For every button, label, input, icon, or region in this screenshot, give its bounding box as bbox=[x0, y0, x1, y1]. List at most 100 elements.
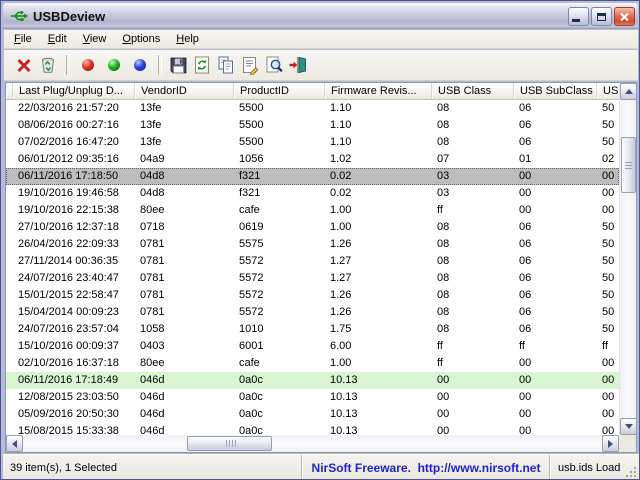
red-ball-icon[interactable] bbox=[79, 59, 97, 71]
cell-date: 02/10/2016 16:37:18 bbox=[12, 355, 134, 372]
refresh-icon[interactable] bbox=[191, 53, 213, 77]
nirsoft-link[interactable]: NirSoft Freeware. http://www.nirsoft.net bbox=[312, 461, 541, 475]
cell-usb_subclass: 06 bbox=[513, 100, 596, 117]
cell-product: cafe bbox=[233, 202, 324, 219]
column-header[interactable]: USB bbox=[597, 83, 620, 100]
table-row[interactable]: 26/04/2016 22:09:33078155751.26080650 bbox=[6, 236, 619, 253]
cell-usb_class: 08 bbox=[431, 219, 513, 236]
cell-vendor: 046d bbox=[134, 389, 233, 406]
scroll-left-button[interactable] bbox=[6, 435, 23, 452]
save-icon[interactable] bbox=[167, 53, 189, 77]
horizontal-scroll-thumb[interactable] bbox=[187, 436, 272, 451]
cell-firmware: 1.27 bbox=[324, 253, 431, 270]
resize-grip[interactable] bbox=[634, 475, 636, 477]
title-bar[interactable]: USBDeview bbox=[3, 3, 638, 29]
table-row[interactable]: 07/02/2016 16:47:2013fe55001.10080650 bbox=[6, 134, 619, 151]
menu-options[interactable]: Options bbox=[114, 31, 168, 47]
cell-usb_subclass: 06 bbox=[513, 321, 596, 338]
scroll-down-button[interactable] bbox=[620, 418, 637, 435]
column-header-row: Last Plug/Unplug D...VendorIDProductIDFi… bbox=[6, 83, 619, 100]
cell-firmware: 1.27 bbox=[324, 270, 431, 287]
minimize-button[interactable] bbox=[568, 7, 589, 26]
table-row[interactable]: 15/01/2015 22:58:47078155721.26080650 bbox=[6, 287, 619, 304]
exit-icon[interactable] bbox=[287, 53, 309, 77]
uninstall-device-icon[interactable] bbox=[37, 53, 59, 77]
cell-usb_class: 00 bbox=[431, 406, 513, 423]
table-row[interactable]: 24/07/2016 23:57:04105810101.75080650 bbox=[6, 321, 619, 338]
device-rows: 22/03/2016 21:57:2013fe55001.1008065008/… bbox=[6, 100, 619, 435]
chevron-up-icon bbox=[625, 85, 633, 94]
cell-date: 19/10/2016 22:15:38 bbox=[12, 202, 134, 219]
menu-file[interactable]: File bbox=[6, 31, 40, 47]
cell-product: 5572 bbox=[233, 270, 324, 287]
disconnect-device-icon[interactable] bbox=[13, 53, 35, 77]
table-row[interactable]: 19/10/2016 22:15:3880eecafe1.00ff0000 bbox=[6, 202, 619, 219]
blue-ball-icon[interactable] bbox=[131, 59, 149, 71]
cell-firmware: 1.26 bbox=[324, 236, 431, 253]
maximize-button[interactable] bbox=[591, 7, 612, 26]
menu-help[interactable]: Help bbox=[168, 31, 207, 47]
vertical-scroll-thumb[interactable] bbox=[621, 137, 636, 193]
cell-usb_subclass: 01 bbox=[513, 151, 596, 168]
cell-date: 24/07/2016 23:57:04 bbox=[12, 321, 134, 338]
table-row[interactable]: 12/08/2015 23:03:50046d0a0c10.13000000 bbox=[6, 389, 619, 406]
find-icon[interactable] bbox=[263, 53, 285, 77]
column-header[interactable]: Firmware Revis... bbox=[325, 83, 432, 100]
table-row[interactable]: 06/11/2016 17:18:49046d0a0c10.13000000 bbox=[6, 372, 619, 389]
column-header[interactable]: VendorID bbox=[135, 83, 234, 100]
properties-icon[interactable] bbox=[239, 53, 261, 77]
table-row[interactable]: 22/03/2016 21:57:2013fe55001.10080650 bbox=[6, 100, 619, 117]
table-row[interactable]: 15/10/2016 00:09:37040360016.00ffffff bbox=[6, 338, 619, 355]
table-row[interactable]: 05/09/2016 20:50:30046d0a0c10.13000000 bbox=[6, 406, 619, 423]
cell-usb_protocol: 02 bbox=[596, 151, 619, 168]
scrollbar-corner bbox=[619, 435, 636, 452]
green-ball-icon[interactable] bbox=[105, 59, 123, 71]
cell-usb_protocol: ff bbox=[596, 338, 619, 355]
status-nirsoft-panel[interactable]: NirSoft Freeware. http://www.nirsoft.net bbox=[301, 455, 550, 480]
cell-vendor: 13fe bbox=[134, 134, 233, 151]
cell-date: 15/10/2016 00:09:37 bbox=[12, 338, 134, 355]
status-usbids-panel: usb.ids Load bbox=[549, 455, 630, 480]
table-row[interactable]: 27/11/2014 00:36:35078155721.27080650 bbox=[6, 253, 619, 270]
table-row[interactable]: 06/01/2012 09:35:1604a910561.02070102 bbox=[6, 151, 619, 168]
cell-date: 27/11/2014 00:36:35 bbox=[12, 253, 134, 270]
cell-usb_protocol: 00 bbox=[596, 389, 619, 406]
cell-usb_subclass: 06 bbox=[513, 236, 596, 253]
table-row[interactable]: 15/04/2014 00:09:23078155721.26080650 bbox=[6, 304, 619, 321]
cell-product: 6001 bbox=[233, 338, 324, 355]
cell-date: 05/09/2016 20:50:30 bbox=[12, 406, 134, 423]
cell-product: 5572 bbox=[233, 287, 324, 304]
table-row[interactable]: 06/11/2016 17:18:5004d8f3210.02030000 bbox=[6, 168, 619, 185]
column-header[interactable]: USB Class bbox=[432, 83, 514, 100]
scroll-up-button[interactable] bbox=[620, 83, 637, 100]
cell-product: 5572 bbox=[233, 253, 324, 270]
menu-edit[interactable]: Edit bbox=[40, 31, 75, 47]
copy-icon[interactable] bbox=[215, 53, 237, 77]
cell-date: 15/01/2015 22:58:47 bbox=[12, 287, 134, 304]
table-row[interactable]: 15/08/2015 15:33:38046d0a0c10.13000000 bbox=[6, 423, 619, 435]
column-header[interactable]: USB SubClass bbox=[514, 83, 597, 100]
thumb-grip-icon bbox=[625, 165, 632, 166]
scroll-right-button[interactable] bbox=[602, 435, 619, 452]
menu-view[interactable]: View bbox=[75, 31, 115, 47]
table-row[interactable]: 19/10/2016 19:46:5804d8f3210.02030000 bbox=[6, 185, 619, 202]
table-row[interactable]: 02/10/2016 16:37:1880eecafe1.00ff0000 bbox=[6, 355, 619, 372]
table-row[interactable]: 24/07/2016 23:40:47078155721.27080650 bbox=[6, 270, 619, 287]
cell-firmware: 1.75 bbox=[324, 321, 431, 338]
cell-product: cafe bbox=[233, 355, 324, 372]
cell-product: 5500 bbox=[233, 134, 324, 151]
close-button[interactable] bbox=[614, 7, 635, 26]
table-row[interactable]: 27/10/2016 12:37:18071806191.00080650 bbox=[6, 219, 619, 236]
table-row[interactable]: 08/06/2016 00:27:1613fe55001.10080650 bbox=[6, 117, 619, 134]
column-header[interactable]: ProductID bbox=[234, 83, 325, 100]
vertical-scrollbar[interactable] bbox=[619, 83, 636, 435]
thumb-grip-icon bbox=[229, 440, 230, 447]
cell-vendor: 04d8 bbox=[134, 185, 233, 202]
horizontal-scrollbar[interactable] bbox=[6, 435, 619, 452]
column-header[interactable]: Last Plug/Unplug D... bbox=[13, 83, 135, 100]
cell-usb_subclass: 06 bbox=[513, 304, 596, 321]
cell-usb_class: ff bbox=[431, 338, 513, 355]
cell-vendor: 0403 bbox=[134, 338, 233, 355]
status-items-panel: 39 item(s), 1 Selected bbox=[3, 455, 308, 480]
cell-product: 5500 bbox=[233, 117, 324, 134]
